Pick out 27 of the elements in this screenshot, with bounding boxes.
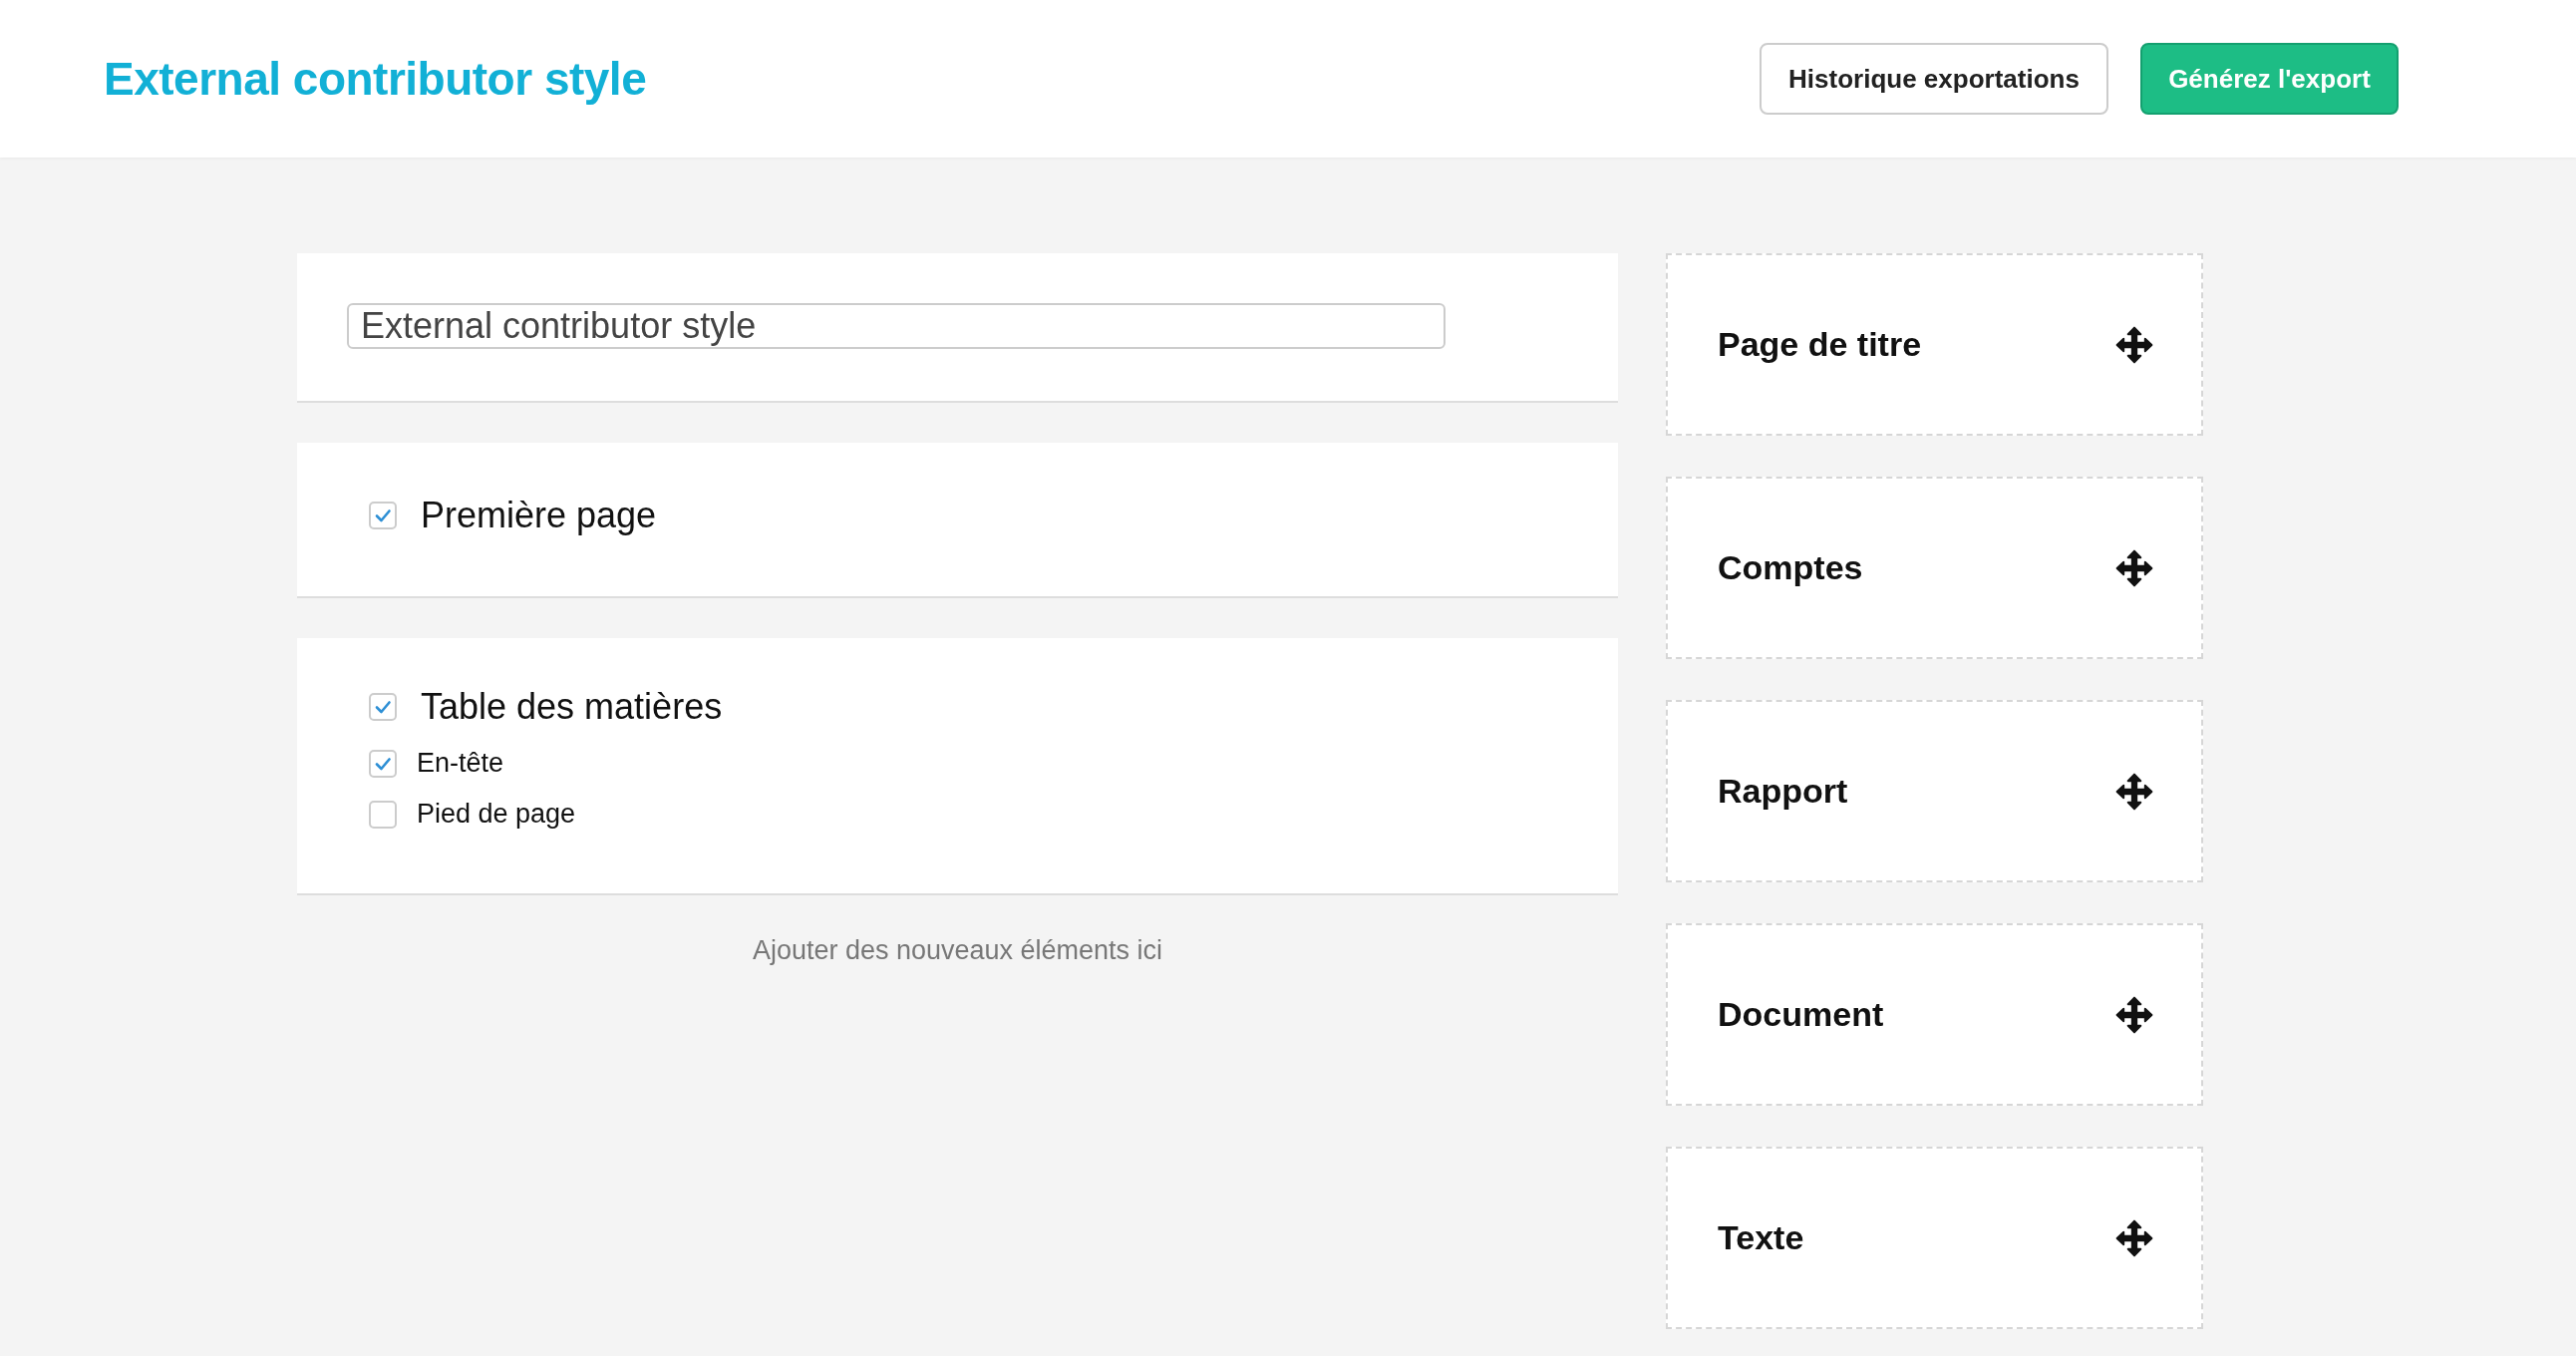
- section-label: Première page: [421, 495, 657, 536]
- checkbox[interactable]: [369, 693, 397, 721]
- move-icon[interactable]: [2115, 772, 2153, 811]
- block-label: Page de titre: [1718, 325, 1922, 364]
- checkbox[interactable]: [369, 502, 397, 529]
- block-card[interactable]: Document: [1666, 923, 2203, 1106]
- move-icon[interactable]: [2115, 548, 2153, 587]
- block-label: Rapport: [1718, 772, 1848, 811]
- checkbox[interactable]: [369, 800, 397, 829]
- option-label: Pied de page: [417, 799, 576, 830]
- section-label: Table des matières: [421, 686, 723, 728]
- move-icon[interactable]: [2115, 995, 2153, 1034]
- block-label: Document: [1718, 995, 1884, 1034]
- history-button[interactable]: Historique exportations: [1760, 43, 2108, 115]
- option-label: En-tête: [417, 748, 504, 779]
- page-title: External contributor style: [104, 52, 648, 106]
- move-icon[interactable]: [2115, 325, 2153, 364]
- block-card[interactable]: Rapport: [1666, 700, 2203, 882]
- block-card[interactable]: Texte: [1666, 1147, 2203, 1329]
- block-label: Comptes: [1718, 548, 1863, 587]
- block-card[interactable]: Page de titre: [1666, 253, 2203, 436]
- block-label: Texte: [1718, 1218, 1804, 1257]
- add-elements-hint: Ajouter des nouveaux éléments ici: [752, 935, 1163, 965]
- checkbox[interactable]: [369, 749, 397, 778]
- name-input-field[interactable]: External contributor style: [347, 303, 1446, 349]
- move-icon[interactable]: [2115, 1218, 2153, 1257]
- block-card[interactable]: Comptes: [1666, 477, 2203, 659]
